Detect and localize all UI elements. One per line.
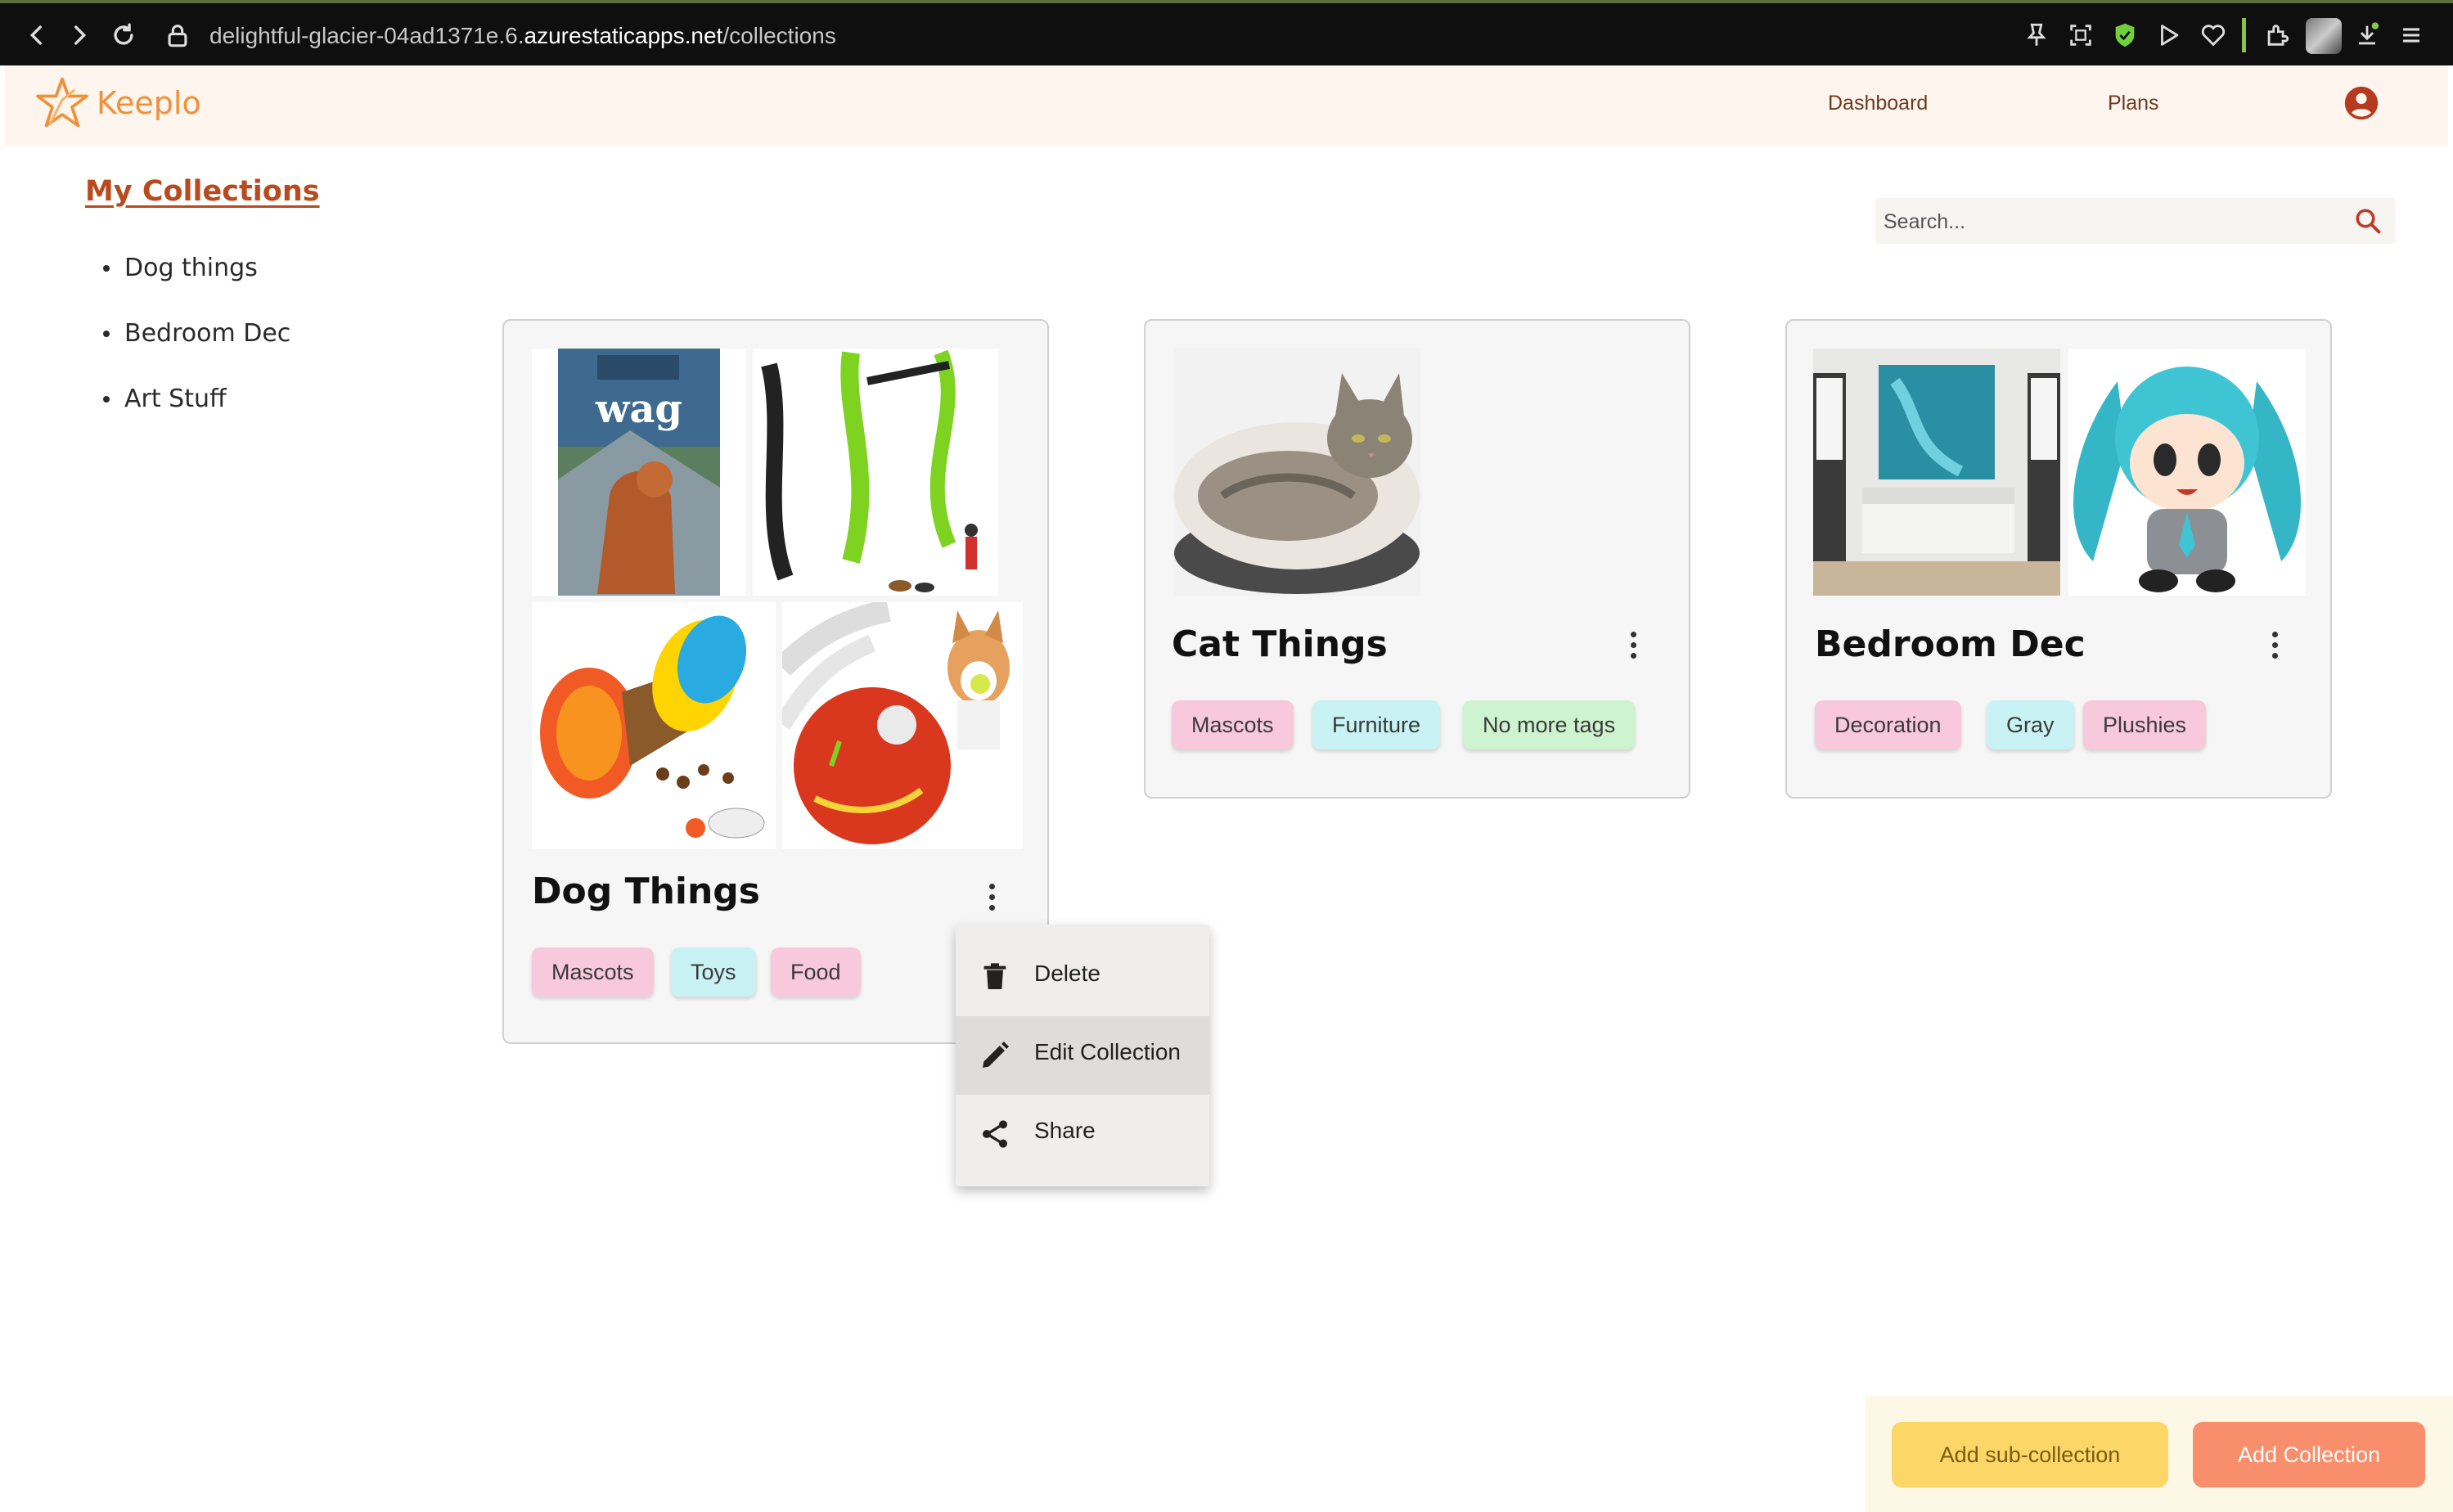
play-icon[interactable] xyxy=(2155,21,2183,49)
screenshot-icon[interactable] xyxy=(2067,21,2095,49)
product-image-treat-dispenser[interactable] xyxy=(532,602,776,849)
collection-title[interactable]: Bedroom Dec xyxy=(1815,623,2086,665)
add-sub-collection-button[interactable]: Add sub-collection xyxy=(1892,1422,2168,1487)
collection-title[interactable]: Dog Things xyxy=(532,871,760,912)
tag-chip[interactable]: No more tags xyxy=(1463,700,1636,749)
tag-chip[interactable]: Furniture xyxy=(1312,700,1441,749)
pencil-icon xyxy=(983,1042,1009,1068)
trash-icon xyxy=(983,963,1006,989)
sidebar-list: Dog things Bedroom Dec Art Stuff xyxy=(98,247,290,443)
search-icon[interactable] xyxy=(2353,206,2383,236)
sidebar-item-bedroom-dec[interactable]: Bedroom Dec xyxy=(98,313,290,378)
menu-item-delete[interactable]: Delete xyxy=(956,938,1209,1016)
nav-dashboard[interactable]: Dashboard xyxy=(1828,92,1928,115)
collection-context-menu: Delete Edit Collection Share xyxy=(956,925,1209,1186)
forward-icon[interactable] xyxy=(65,21,93,49)
account-circle-icon[interactable] xyxy=(2343,85,2379,121)
menu-item-label: Edit Collection xyxy=(1034,1039,1181,1064)
product-image-cat-bed[interactable] xyxy=(1173,349,1420,596)
search-box xyxy=(1875,198,2396,245)
menu-item-edit-collection[interactable]: Edit Collection xyxy=(956,1016,1209,1095)
product-image-bedroom[interactable] xyxy=(1813,349,2060,596)
svg-text:wag: wag xyxy=(595,386,682,432)
tag-chip[interactable]: Toys xyxy=(671,947,756,997)
back-icon[interactable] xyxy=(23,21,51,49)
profile-avatar[interactable] xyxy=(2306,18,2342,54)
more-options-icon[interactable] xyxy=(2265,628,2284,664)
download-icon[interactable] xyxy=(2353,21,2381,49)
search-input[interactable] xyxy=(1882,198,2343,245)
url-prefix: delightful-glacier-04ad1371e.6. xyxy=(209,23,524,48)
nav-plans[interactable]: Plans xyxy=(2108,92,2159,115)
browser-toolbar: delightful-glacier-04ad1371e.6.azurestat… xyxy=(0,0,2453,65)
tag-chip[interactable]: Plushies xyxy=(2083,700,2207,749)
reload-icon[interactable] xyxy=(110,21,137,49)
sidebar-title[interactable]: My Collections xyxy=(85,175,320,208)
address-bar[interactable]: delightful-glacier-04ad1371e.6.azurestat… xyxy=(209,20,836,52)
tag-chip[interactable]: Food xyxy=(771,947,861,997)
tag-chip[interactable]: Decoration xyxy=(1815,700,1961,749)
product-image-miku-plush[interactable] xyxy=(2068,349,2306,596)
product-image-ball-toy-corgi[interactable] xyxy=(782,602,1023,849)
brand-name[interactable]: Keeplo xyxy=(97,85,201,121)
collection-title[interactable]: Cat Things xyxy=(1172,623,1388,665)
menu-item-label: Delete xyxy=(1034,961,1100,986)
product-image-wag-dog-food[interactable]: wag xyxy=(532,349,746,596)
divider xyxy=(2242,18,2246,52)
collection-card-cat-things[interactable]: Cat Things Mascots Furniture No more tag… xyxy=(1144,319,1690,799)
tag-chip[interactable]: Mascots xyxy=(1172,700,1294,749)
keeplo-logo-icon[interactable] xyxy=(33,75,92,134)
pin-icon[interactable] xyxy=(2023,21,2050,49)
product-image-dog-leash[interactable] xyxy=(753,349,998,596)
more-options-icon[interactable] xyxy=(1623,628,1643,664)
menu-item-label: Share xyxy=(1034,1118,1096,1143)
url-path: /collections xyxy=(722,23,836,48)
menu-icon[interactable] xyxy=(2397,21,2425,49)
tag-chip[interactable]: Mascots xyxy=(532,947,654,997)
share-icon xyxy=(983,1120,1007,1148)
add-collection-button[interactable]: Add Collection xyxy=(2193,1422,2425,1487)
bottom-action-bar: Add sub-collection Add Collection xyxy=(1866,1396,2453,1512)
menu-item-share[interactable]: Share xyxy=(956,1095,1209,1173)
url-domain: azurestaticapps.net xyxy=(524,23,723,48)
more-options-icon[interactable] xyxy=(982,880,1001,916)
app-header: Keeplo Dashboard Plans xyxy=(5,65,2448,146)
extensions-icon[interactable] xyxy=(2263,21,2291,49)
lock-icon[interactable] xyxy=(164,21,191,49)
heart-icon[interactable] xyxy=(2199,21,2227,49)
sidebar-item-dog-things[interactable]: Dog things xyxy=(98,247,290,313)
shield-icon[interactable] xyxy=(2111,21,2139,49)
tag-chip[interactable]: Gray xyxy=(1987,700,2074,749)
collection-card-bedroom-dec[interactable]: Bedroom Dec Decoration Gray Plushies xyxy=(1785,319,2332,799)
sidebar-item-art-stuff[interactable]: Art Stuff xyxy=(98,378,290,443)
